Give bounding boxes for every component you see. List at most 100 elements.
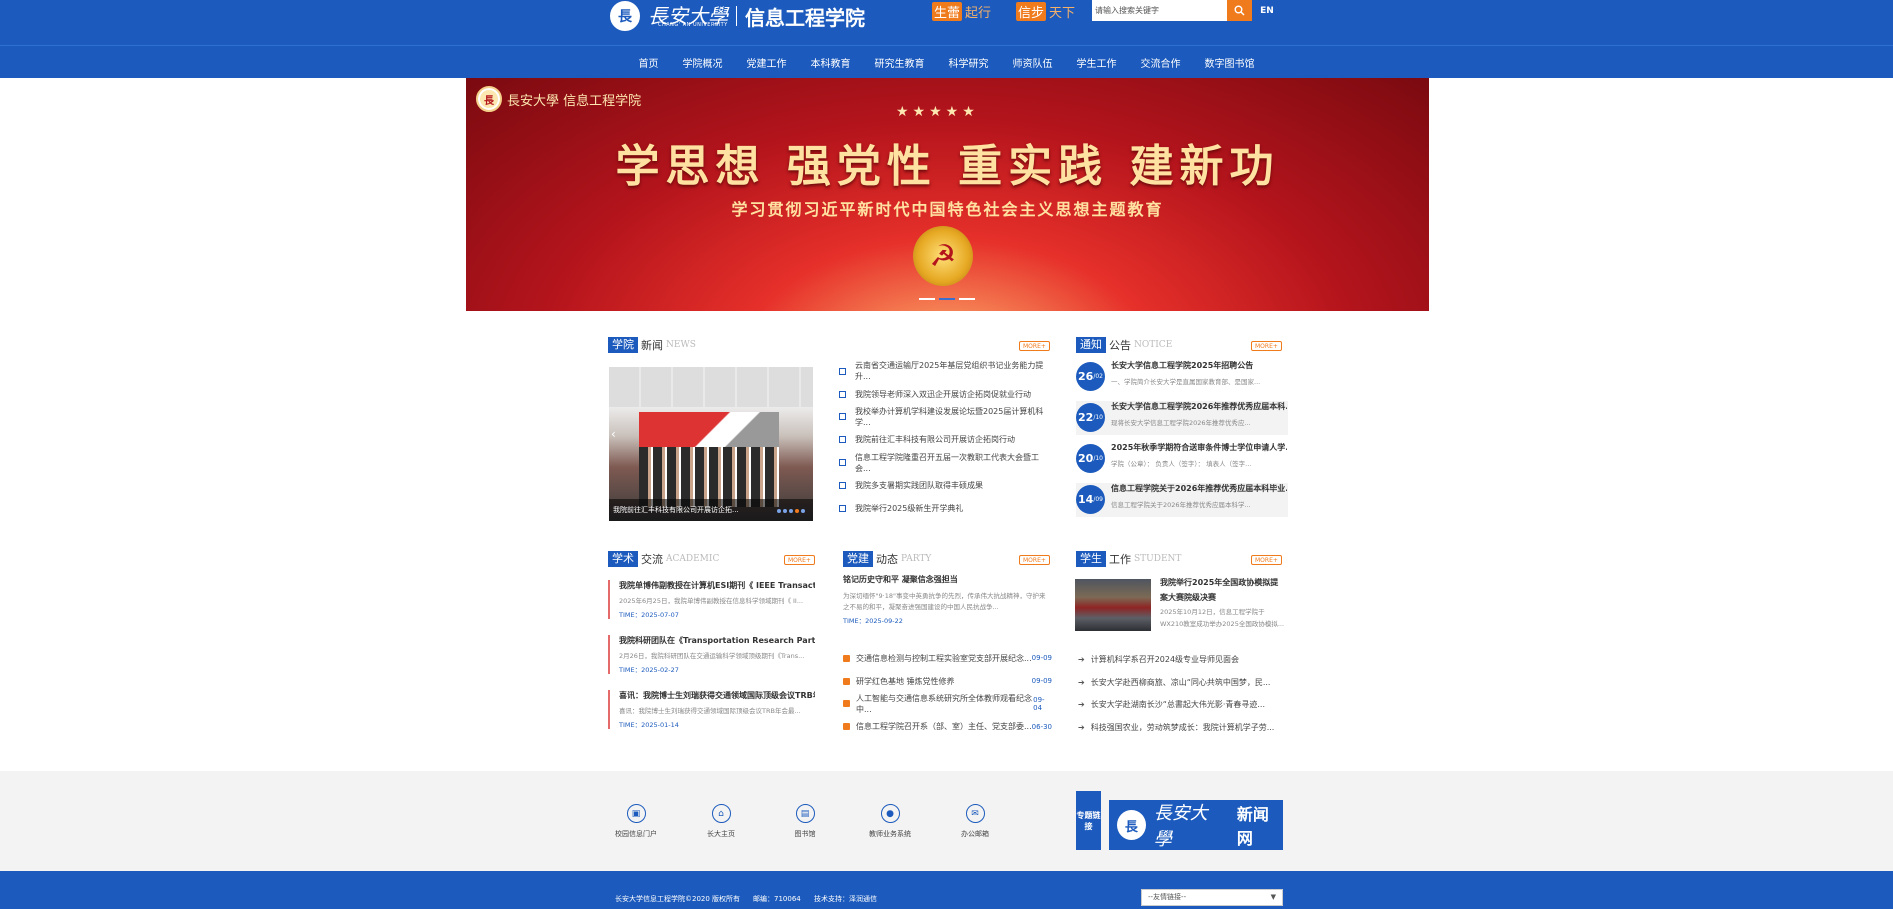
list-item[interactable]: 我院举行2025级新生开学典礼 <box>839 497 1049 520</box>
news-site-banner[interactable]: 長 長安大學 新闻网 <box>1109 800 1283 850</box>
quick-link-label[interactable]: 图书馆 <box>775 829 835 839</box>
academic-title[interactable]: 我院科研团队在《Transportation Research Part B: … <box>619 635 815 646</box>
list-item[interactable]: ➔ 科技强国农业，劳动筑梦成长：我院计算机学子劳... <box>1078 716 1288 739</box>
nav-item-graduate[interactable]: 研究生教育 <box>875 55 925 70</box>
quick-link-label[interactable]: 校园信息门户 <box>606 829 666 839</box>
nav-item-exchange[interactable]: 交流合作 <box>1141 55 1181 70</box>
quick-link-library[interactable]: ▤ 图书馆 <box>775 804 835 839</box>
party-item-title[interactable]: 信息工程学院召开系（部、室）主任、党支部委... <box>856 721 1032 732</box>
list-item[interactable]: 信息工程学院召开系（部、室）主任、党支部委... 06-30 <box>843 715 1052 738</box>
notice-item[interactable]: 20/10 2025年秋季学期符合送审条件博士学位申请人学... 学院（公章）： … <box>1076 442 1288 476</box>
nav-item-undergrad[interactable]: 本科教育 <box>811 55 851 70</box>
banner-dot[interactable] <box>959 298 975 300</box>
student-item-title[interactable]: 科技强国农业，劳动筑梦成长：我院计算机学子劳... <box>1091 722 1275 733</box>
notice-item[interactable]: 22/10 长安大学信息工程学院2026年推荐优秀应届本科... 现将长安大学信息… <box>1076 401 1288 435</box>
academic-title[interactable]: 我院单博伟副教授在计算机ESI期刊《 IEEE Transactions... <box>619 580 815 591</box>
list-item[interactable]: ➔ 长安大学赴湖南长沙“总書起大伟光影·青春寻迹... <box>1078 694 1288 717</box>
carousel-prev-icon[interactable]: ‹ <box>611 427 616 441</box>
notice-title[interactable]: 长安大学信息工程学院2025年招聘公告 <box>1111 360 1287 372</box>
news-tag: 学院 <box>608 337 638 353</box>
list-item[interactable]: 研学红色基地 锤炼党性修养 09-09 <box>843 670 1052 693</box>
student-item-title[interactable]: 长安大学赴湖南长沙“总書起大伟光影·青春寻迹... <box>1091 699 1265 710</box>
nav-item-faculty[interactable]: 师资队伍 <box>1013 55 1053 70</box>
news-item-title[interactable]: 我院举行2025级新生开学典礼 <box>855 503 963 514</box>
news-item-title[interactable]: 云南省交通运输厅2025年基层党组织书记业务能力提升... <box>855 360 1049 382</box>
news-item-title[interactable]: 信息工程学院隆重召开五届一次教职工代表大会暨工会... <box>855 452 1049 474</box>
list-item[interactable]: 我院前往汇丰科技有限公司开展访企拓岗行动 <box>839 428 1049 451</box>
search-button[interactable] <box>1227 0 1252 21</box>
notice-item[interactable]: 26/02 长安大学信息工程学院2025年招聘公告 一、学院简介长安大学是直属国家… <box>1076 360 1288 394</box>
special-links-tag: 专题链接 <box>1076 791 1101 850</box>
list-item[interactable]: 人工智能与交通信息系统研究所全体教师观看纪念中... 09-04 <box>843 693 1052 716</box>
list-item[interactable]: 交通信息检测与控制工程实验室党支部开展纪念... 09-09 <box>843 647 1052 670</box>
home-icon: ⌂ <box>711 804 731 823</box>
list-item[interactable]: 我校举办计算机学科建设发展论坛暨2025届计算机科学... <box>839 406 1049 429</box>
list-item[interactable]: 信息工程学院隆重召开五届一次教职工代表大会暨工会... <box>839 451 1049 474</box>
party-item-title[interactable]: 交通信息检测与控制工程实验室党支部开展纪念... <box>856 653 1032 664</box>
notice-summary: 现将长安大学信息工程学院2026年推荐优秀应... <box>1111 419 1251 427</box>
academic-item[interactable]: 我院单博伟副教授在计算机ESI期刊《 IEEE Transactions... … <box>608 580 815 619</box>
news-item-title[interactable]: 我校举办计算机学科建设发展论坛暨2025届计算机科学... <box>855 406 1049 428</box>
news-item-title[interactable]: 我院前往汇丰科技有限公司开展访企拓岗行动 <box>855 434 1015 445</box>
nav-item-home[interactable]: 首页 <box>639 55 659 70</box>
news-carousel[interactable]: ‹ 我院前往汇丰科技有限公司开展访企拓... <box>609 367 813 521</box>
carousel-dot[interactable] <box>801 509 805 513</box>
quick-link-label[interactable]: 长大主页 <box>691 829 751 839</box>
nav-item-students[interactable]: 学生工作 <box>1077 55 1117 70</box>
academic-title[interactable]: 喜讯：我院博士生刘瑞获得交通领域国际顶级会议TRB年... <box>619 690 815 701</box>
party-feature-title[interactable]: 铭记历史守和平 凝聚信念强担当 <box>843 574 1050 585</box>
carousel-dot[interactable] <box>777 509 781 513</box>
notice-item[interactable]: 14/09 信息工程学院关于2026年推荐优秀应届本科毕业... 信息工程学院关于… <box>1076 483 1288 517</box>
academic-item[interactable]: 我院科研团队在《Transportation Research Part B: … <box>608 635 815 674</box>
quick-link-mail[interactable]: ✉ 办公邮箱 <box>945 804 1005 839</box>
slogan-1-text: 起行 <box>965 6 992 21</box>
nav-item-overview[interactable]: 学院概况 <box>683 55 723 70</box>
bullet-icon <box>839 413 846 421</box>
list-item[interactable]: ➔ 长安大学赴西柳商旅、凉山“同心共筑中国梦，民... <box>1078 671 1288 694</box>
notice-more-link[interactable]: MORE+ <box>1251 341 1282 351</box>
list-item[interactable]: 云南省交通运输厅2025年基层党组织书记业务能力提升... <box>839 360 1049 383</box>
party-item-title[interactable]: 人工智能与交通信息系统研究所全体教师观看纪念中... <box>856 693 1033 715</box>
carousel-dot[interactable] <box>783 509 787 513</box>
notice-title[interactable]: 信息工程学院关于2026年推荐优秀应届本科毕业... <box>1111 483 1287 495</box>
carousel-dot[interactable] <box>789 509 793 513</box>
quick-link-teacher[interactable]: ● 教师业务系统 <box>860 804 920 839</box>
list-item[interactable]: 我院多支暑期实践团队取得丰硕成果 <box>839 474 1049 497</box>
nav-item-library[interactable]: 数字图书馆 <box>1205 55 1255 70</box>
party-item-title[interactable]: 研学红色基地 锤炼党性修养 <box>856 676 955 687</box>
notice-en: NOTICE <box>1134 340 1173 350</box>
language-switch[interactable]: EN <box>1255 0 1279 21</box>
search-input[interactable]: 请输入搜索关键字 <box>1092 0 1236 21</box>
hero-banner[interactable]: 長 長安大學 信息工程学院 ★★★★★ 学思想 强党性 重实践 建新功 学习贯彻… <box>466 78 1429 311</box>
academic-item[interactable]: 喜讯：我院博士生刘瑞获得交通领域国际顶级会议TRB年... 喜讯：我院博士生刘瑞… <box>608 690 815 729</box>
student-feature-title[interactable]: 我院举行2025年全国政协模拟提案大赛院级决赛 <box>1160 575 1285 605</box>
list-item[interactable]: 我院领导老师深入双迅企开展访企拓岗促就业行动 <box>839 383 1049 406</box>
list-item[interactable]: ➔ 计算机科学系召开2024级专业导师见面会 <box>1078 648 1288 671</box>
student-feature-image[interactable] <box>1075 579 1151 631</box>
footer-copyright: 长安大学信息工程学院©2020 版权所有 <box>615 895 741 903</box>
bullet-icon <box>839 367 846 375</box>
academic-more-link[interactable]: MORE+ <box>784 555 815 565</box>
student-more-link[interactable]: MORE+ <box>1251 555 1282 565</box>
top-header: 長 長安大學 CHANG' AN UNIVERSITY 信息工程学院 生蕾 起行… <box>0 0 1893 45</box>
quick-link-label[interactable]: 办公邮箱 <box>945 829 1005 839</box>
quick-link-label[interactable]: 教师业务系统 <box>860 829 920 839</box>
nav-item-research[interactable]: 科学研究 <box>949 55 989 70</box>
carousel-dot-active[interactable] <box>795 509 799 513</box>
student-item-title[interactable]: 计算机科学系召开2024级专业导师见面会 <box>1091 654 1239 665</box>
banner-dot[interactable] <box>919 298 935 300</box>
notice-title[interactable]: 2025年秋季学期符合送审条件博士学位申请人学... <box>1111 442 1287 454</box>
banner-dot-active[interactable] <box>939 298 955 300</box>
party-feature[interactable]: 铭记历史守和平 凝聚信念强担当 为深切缅怀"9·18"事变中英勇抗争的先烈，传承… <box>843 574 1050 625</box>
news-item-title[interactable]: 我院多支暑期实践团队取得丰硕成果 <box>855 480 983 491</box>
quick-link-home[interactable]: ⌂ 长大主页 <box>691 804 751 839</box>
news-item-title[interactable]: 我院领导老师深入双迅企开展访企拓岗促就业行动 <box>855 389 1031 400</box>
nav-item-party[interactable]: 党建工作 <box>747 55 787 70</box>
friendly-links-select[interactable]: --友情链接-- ▼ <box>1141 889 1283 906</box>
quick-link-portal[interactable]: ▣ 校园信息门户 <box>606 804 666 839</box>
site-logo[interactable]: 長 長安大學 CHANG' AN UNIVERSITY 信息工程学院 <box>608 0 865 33</box>
news-more-link[interactable]: MORE+ <box>1019 341 1050 351</box>
notice-title[interactable]: 长安大学信息工程学院2026年推荐优秀应届本科... <box>1111 401 1287 413</box>
party-more-link[interactable]: MORE+ <box>1019 555 1050 565</box>
student-item-title[interactable]: 长安大学赴西柳商旅、凉山“同心共筑中国梦，民... <box>1091 677 1271 688</box>
